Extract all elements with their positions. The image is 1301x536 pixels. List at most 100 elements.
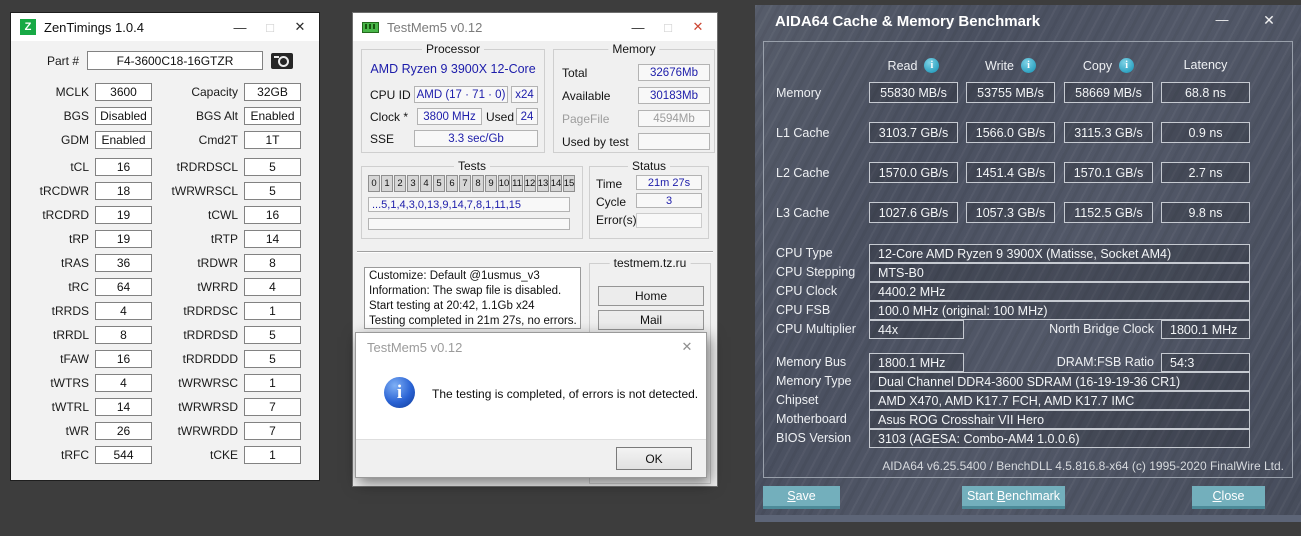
test-button-3[interactable]: 3 — [407, 175, 419, 192]
timing-row: tRP 19 tRTP 14 — [23, 230, 307, 248]
screenshot-camera-button[interactable] — [271, 52, 293, 69]
timing-value: 3600 — [95, 83, 152, 101]
cpu-clock-label: CPU Clock — [776, 284, 838, 298]
write-header-label: Write — [985, 58, 1014, 73]
test-button-15[interactable]: 15 — [563, 175, 575, 192]
memory-total-label: Total — [562, 66, 588, 80]
l1-write-value: 1566.0 GB/s — [966, 122, 1055, 143]
save-button[interactable]: Save — [763, 486, 840, 509]
timing-value: 5 — [244, 182, 301, 200]
dialog-titlebar: TestMem5 v0.12 ✕ — [356, 333, 706, 361]
l2-write-value: 1451.4 GB/s — [966, 162, 1055, 183]
memory-groupbox: Memory Total 32676Mb Available 30183Mb P… — [553, 42, 715, 153]
timing-value: 8 — [244, 254, 301, 272]
test-button-1[interactable]: 1 — [381, 175, 393, 192]
minimize-button[interactable]: — — [623, 15, 653, 39]
errors-label: Error(s) — [596, 213, 637, 227]
close-button[interactable]: ✕ — [683, 15, 713, 39]
timing-label: Cmd2T — [198, 133, 238, 147]
timing-label: tWTRS — [50, 376, 89, 390]
test-button-2[interactable]: 2 — [394, 175, 406, 192]
l2-latency-value: 2.7 ns — [1161, 162, 1250, 183]
timing-label: MCLK — [55, 85, 89, 99]
timing-label: tWRWRSCL — [171, 184, 238, 198]
timing-value: 19 — [95, 230, 152, 248]
part-number-field[interactable]: F4-3600C18-16GTZR — [87, 51, 263, 70]
ok-button[interactable]: OK — [616, 447, 692, 470]
timing-label: tWTRL — [51, 400, 89, 414]
latency-header-label: Latency — [1183, 58, 1228, 72]
timing-value: 544 — [95, 446, 152, 464]
info-row: MCLK 3600 Capacity 32GB — [23, 83, 307, 101]
test-button-11[interactable]: 11 — [511, 175, 523, 192]
close-icon[interactable]: ✕ — [672, 335, 702, 359]
test-button-6[interactable]: 6 — [446, 175, 458, 192]
close-benchmark-button[interactable]: Close — [1192, 486, 1265, 509]
testmem5-titlebar: TestMem5 v0.12 — □ ✕ — [353, 13, 717, 41]
save-button-accel: S — [787, 489, 796, 503]
chipset-label: Chipset — [776, 393, 819, 407]
info-icon[interactable] — [1119, 58, 1135, 73]
memory-latency-value: 68.8 ns — [1161, 82, 1250, 103]
close-button[interactable]: ✕ — [285, 15, 315, 39]
l2-row-label: L2 Cache — [776, 166, 830, 180]
memory-bus-label: Memory Bus — [776, 355, 847, 369]
timing-value: 1T — [244, 131, 301, 149]
log-line: Information: The swap file is disabled. — [369, 285, 562, 297]
north-bridge-clock-label: North Bridge Clock — [1049, 322, 1154, 336]
memory-used-by-test-value — [638, 133, 710, 150]
start-button-rest: enchmark — [1005, 489, 1061, 503]
timing-row: tFAW 16 tRDRDDD 5 — [23, 350, 307, 368]
l3-write-value: 1057.3 GB/s — [966, 202, 1055, 223]
close-button[interactable]: ✕ — [1258, 12, 1280, 30]
test-button-12[interactable]: 12 — [524, 175, 536, 192]
memory-pagefile-label: PageFile — [562, 112, 610, 126]
timing-value: 1 — [244, 374, 301, 392]
timing-label: tRDRDSC — [183, 304, 238, 318]
start-benchmark-button[interactable]: Start Benchmark — [962, 486, 1065, 509]
test-button-14[interactable]: 14 — [550, 175, 562, 192]
timing-label: Capacity — [191, 85, 238, 99]
info-icon[interactable] — [1020, 58, 1036, 73]
maximize-button: □ — [266, 19, 274, 35]
test-button-8[interactable]: 8 — [472, 175, 484, 192]
bios-version-value: 3103 (AGESA: Combo-AM4 1.0.0.6) — [869, 429, 1250, 448]
save-button-rest: ave — [795, 489, 816, 503]
tests-groupbox: Tests 0 1 2 3 4 5 6 7 8 9 10 11 12 13 14… — [361, 159, 583, 239]
log-line: Customize: Default @1usmus_v3 — [369, 270, 540, 282]
test-button-9[interactable]: 9 — [485, 175, 497, 192]
minimize-button[interactable]: — — [225, 15, 255, 39]
timing-label: tRDRDSD — [183, 328, 238, 342]
test-button-4[interactable]: 4 — [420, 175, 432, 192]
info-icon[interactable] — [924, 58, 940, 73]
sse-value: 3.3 sec/Gb — [414, 130, 538, 147]
log-box: Customize: Default @1usmus_v3 Informatio… — [364, 267, 581, 329]
test-button-7[interactable]: 7 — [459, 175, 471, 192]
benchmark-panel: Read Write Copy Latency Memory 55830 MB/… — [763, 41, 1293, 478]
memory-row-label: Memory — [776, 86, 822, 100]
copy-column-header: Copy — [1064, 58, 1153, 73]
timing-value: 4 — [244, 278, 301, 296]
mail-button[interactable]: Mail — [598, 310, 704, 330]
timing-value: 5 — [244, 326, 301, 344]
ram-stick-icon — [362, 21, 379, 33]
cycle-value: 3 — [636, 193, 702, 208]
timing-label: tWR — [65, 424, 89, 438]
timing-label: GDM — [61, 133, 89, 147]
processor-groupbox: Processor AMD Ryzen 9 3900X 12-Core CPU … — [361, 42, 545, 153]
minimize-button[interactable]: — — [1211, 12, 1233, 30]
l3-row-label: L3 Cache — [776, 206, 830, 220]
timing-label: tRDRDDD — [182, 352, 238, 366]
home-button[interactable]: Home — [598, 286, 704, 306]
test-button-10[interactable]: 10 — [498, 175, 510, 192]
timing-label: tRCDWR — [39, 184, 89, 198]
timing-label: tFAW — [60, 352, 89, 366]
timing-label: tWRRD — [197, 280, 238, 294]
test-button-13[interactable]: 13 — [537, 175, 549, 192]
clock-label: Clock * — [370, 110, 409, 124]
timing-value: Enabled — [95, 131, 152, 149]
timing-value: 4 — [95, 374, 152, 392]
cycle-label: Cycle — [596, 195, 627, 209]
test-button-0[interactable]: 0 — [368, 175, 380, 192]
test-button-5[interactable]: 5 — [433, 175, 445, 192]
